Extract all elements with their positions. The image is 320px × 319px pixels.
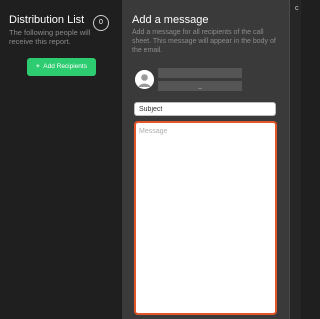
- add-recipients-label: Add Recipients: [43, 63, 87, 70]
- distribution-list-panel: Distribution List The following people w…: [0, 0, 122, 319]
- add-recipients-button[interactable]: + Add Recipients: [27, 58, 96, 76]
- avatar: [135, 70, 154, 89]
- distribution-list-title: Distribution List: [9, 14, 85, 26]
- plus-icon: +: [36, 63, 40, 70]
- message-panel: Add a message Add a message for all reci…: [122, 0, 289, 319]
- message-description: Add a message for all recipients of the …: [132, 29, 276, 54]
- message-title: Add a message: [132, 14, 209, 26]
- user-icon: [135, 70, 154, 89]
- sender-email: _: [158, 81, 242, 91]
- recipient-count-badge: 0: [93, 15, 109, 31]
- adjacent-panel-edge: [289, 0, 301, 319]
- message-textarea[interactable]: [134, 121, 277, 315]
- sender-name: [158, 68, 242, 78]
- distribution-list-description: The following people will receive this r…: [9, 28, 91, 46]
- subject-input[interactable]: [134, 102, 276, 116]
- adjacent-panel-text: c: [295, 5, 299, 12]
